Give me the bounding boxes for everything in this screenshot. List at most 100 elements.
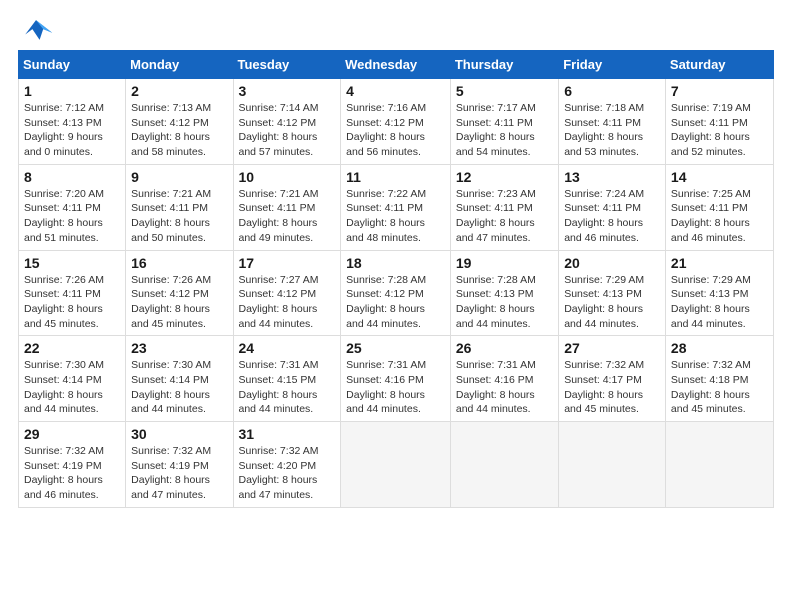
- day-number: 8: [24, 169, 120, 185]
- daylight-label: Daylight: 8 hours and 45 minutes.: [564, 389, 643, 416]
- weekday-header-tuesday: Tuesday: [233, 51, 341, 79]
- day-number: 24: [239, 340, 336, 356]
- sunset-label: Sunset: 4:11 PM: [131, 202, 208, 214]
- sunset-label: Sunset: 4:11 PM: [671, 117, 748, 129]
- sunset-label: Sunset: 4:11 PM: [239, 202, 316, 214]
- weekday-header-wednesday: Wednesday: [341, 51, 451, 79]
- day-number: 3: [239, 83, 336, 99]
- calendar-cell: 11 Sunrise: 7:22 AM Sunset: 4:11 PM Dayl…: [341, 164, 451, 250]
- day-info: Sunrise: 7:13 AM Sunset: 4:12 PM Dayligh…: [131, 101, 227, 160]
- daylight-label: Daylight: 8 hours and 50 minutes.: [131, 217, 210, 244]
- sunset-label: Sunset: 4:12 PM: [131, 288, 209, 300]
- sunrise-label: Sunrise: 7:30 AM: [131, 359, 211, 371]
- day-number: 17: [239, 255, 336, 271]
- calendar-cell: 13 Sunrise: 7:24 AM Sunset: 4:11 PM Dayl…: [559, 164, 666, 250]
- day-number: 16: [131, 255, 227, 271]
- day-info: Sunrise: 7:20 AM Sunset: 4:11 PM Dayligh…: [24, 187, 120, 246]
- calendar-cell: 23 Sunrise: 7:30 AM Sunset: 4:14 PM Dayl…: [126, 336, 233, 422]
- calendar-week-row: 15 Sunrise: 7:26 AM Sunset: 4:11 PM Dayl…: [19, 250, 774, 336]
- sunrise-label: Sunrise: 7:13 AM: [131, 102, 211, 114]
- calendar-cell: 7 Sunrise: 7:19 AM Sunset: 4:11 PM Dayli…: [665, 79, 773, 165]
- day-info: Sunrise: 7:32 AM Sunset: 4:19 PM Dayligh…: [131, 444, 227, 503]
- day-number: 21: [671, 255, 768, 271]
- sunrise-label: Sunrise: 7:29 AM: [671, 274, 751, 286]
- day-number: 22: [24, 340, 120, 356]
- calendar-week-row: 22 Sunrise: 7:30 AM Sunset: 4:14 PM Dayl…: [19, 336, 774, 422]
- calendar-cell: 21 Sunrise: 7:29 AM Sunset: 4:13 PM Dayl…: [665, 250, 773, 336]
- day-number: 5: [456, 83, 553, 99]
- logo: [18, 16, 56, 44]
- sunrise-label: Sunrise: 7:29 AM: [564, 274, 644, 286]
- calendar-week-row: 29 Sunrise: 7:32 AM Sunset: 4:19 PM Dayl…: [19, 422, 774, 508]
- sunrise-label: Sunrise: 7:32 AM: [131, 445, 211, 457]
- calendar-cell: 8 Sunrise: 7:20 AM Sunset: 4:11 PM Dayli…: [19, 164, 126, 250]
- day-number: 9: [131, 169, 227, 185]
- daylight-label: Daylight: 9 hours and 0 minutes.: [24, 131, 103, 158]
- sunrise-label: Sunrise: 7:21 AM: [131, 188, 211, 200]
- sunrise-label: Sunrise: 7:31 AM: [346, 359, 426, 371]
- day-number: 20: [564, 255, 660, 271]
- day-info: Sunrise: 7:26 AM Sunset: 4:12 PM Dayligh…: [131, 273, 227, 332]
- calendar-cell: 25 Sunrise: 7:31 AM Sunset: 4:16 PM Dayl…: [341, 336, 451, 422]
- daylight-label: Daylight: 8 hours and 56 minutes.: [346, 131, 425, 158]
- day-number: 13: [564, 169, 660, 185]
- weekday-header-friday: Friday: [559, 51, 666, 79]
- weekday-header-sunday: Sunday: [19, 51, 126, 79]
- day-number: 7: [671, 83, 768, 99]
- weekday-header-thursday: Thursday: [450, 51, 558, 79]
- sunset-label: Sunset: 4:11 PM: [24, 202, 101, 214]
- day-number: 2: [131, 83, 227, 99]
- day-number: 14: [671, 169, 768, 185]
- calendar-week-row: 8 Sunrise: 7:20 AM Sunset: 4:11 PM Dayli…: [19, 164, 774, 250]
- sunset-label: Sunset: 4:14 PM: [131, 374, 209, 386]
- daylight-label: Daylight: 8 hours and 44 minutes.: [346, 303, 425, 330]
- sunrise-label: Sunrise: 7:16 AM: [346, 102, 426, 114]
- sunset-label: Sunset: 4:13 PM: [564, 288, 642, 300]
- page: SundayMondayTuesdayWednesdayThursdayFrid…: [0, 0, 792, 612]
- calendar-cell: 30 Sunrise: 7:32 AM Sunset: 4:19 PM Dayl…: [126, 422, 233, 508]
- day-info: Sunrise: 7:25 AM Sunset: 4:11 PM Dayligh…: [671, 187, 768, 246]
- day-number: 1: [24, 83, 120, 99]
- calendar-cell: 20 Sunrise: 7:29 AM Sunset: 4:13 PM Dayl…: [559, 250, 666, 336]
- calendar-cell: 14 Sunrise: 7:25 AM Sunset: 4:11 PM Dayl…: [665, 164, 773, 250]
- sunset-label: Sunset: 4:11 PM: [671, 202, 748, 214]
- day-info: Sunrise: 7:32 AM Sunset: 4:17 PM Dayligh…: [564, 358, 660, 417]
- daylight-label: Daylight: 8 hours and 44 minutes.: [24, 389, 103, 416]
- calendar-cell: 9 Sunrise: 7:21 AM Sunset: 4:11 PM Dayli…: [126, 164, 233, 250]
- daylight-label: Daylight: 8 hours and 57 minutes.: [239, 131, 318, 158]
- daylight-label: Daylight: 8 hours and 46 minutes.: [564, 217, 643, 244]
- sunrise-label: Sunrise: 7:32 AM: [239, 445, 319, 457]
- sunrise-label: Sunrise: 7:28 AM: [346, 274, 426, 286]
- sunrise-label: Sunrise: 7:31 AM: [239, 359, 319, 371]
- calendar-cell: 12 Sunrise: 7:23 AM Sunset: 4:11 PM Dayl…: [450, 164, 558, 250]
- day-info: Sunrise: 7:12 AM Sunset: 4:13 PM Dayligh…: [24, 101, 120, 160]
- calendar-cell: 28 Sunrise: 7:32 AM Sunset: 4:18 PM Dayl…: [665, 336, 773, 422]
- calendar-cell: 27 Sunrise: 7:32 AM Sunset: 4:17 PM Dayl…: [559, 336, 666, 422]
- day-info: Sunrise: 7:18 AM Sunset: 4:11 PM Dayligh…: [564, 101, 660, 160]
- sunset-label: Sunset: 4:17 PM: [564, 374, 642, 386]
- day-info: Sunrise: 7:24 AM Sunset: 4:11 PM Dayligh…: [564, 187, 660, 246]
- sunrise-label: Sunrise: 7:32 AM: [24, 445, 104, 457]
- day-info: Sunrise: 7:19 AM Sunset: 4:11 PM Dayligh…: [671, 101, 768, 160]
- daylight-label: Daylight: 8 hours and 52 minutes.: [671, 131, 750, 158]
- daylight-label: Daylight: 8 hours and 53 minutes.: [564, 131, 643, 158]
- day-info: Sunrise: 7:14 AM Sunset: 4:12 PM Dayligh…: [239, 101, 336, 160]
- sunrise-label: Sunrise: 7:25 AM: [671, 188, 751, 200]
- day-number: 12: [456, 169, 553, 185]
- day-number: 18: [346, 255, 445, 271]
- sunrise-label: Sunrise: 7:30 AM: [24, 359, 104, 371]
- calendar-cell: 16 Sunrise: 7:26 AM Sunset: 4:12 PM Dayl…: [126, 250, 233, 336]
- calendar-cell: [559, 422, 666, 508]
- calendar-table: SundayMondayTuesdayWednesdayThursdayFrid…: [18, 50, 774, 508]
- calendar-cell: 17 Sunrise: 7:27 AM Sunset: 4:12 PM Dayl…: [233, 250, 341, 336]
- calendar-cell: 31 Sunrise: 7:32 AM Sunset: 4:20 PM Dayl…: [233, 422, 341, 508]
- daylight-label: Daylight: 8 hours and 44 minutes.: [456, 303, 535, 330]
- calendar-cell: [341, 422, 451, 508]
- daylight-label: Daylight: 8 hours and 44 minutes.: [131, 389, 210, 416]
- day-info: Sunrise: 7:28 AM Sunset: 4:13 PM Dayligh…: [456, 273, 553, 332]
- sunrise-label: Sunrise: 7:32 AM: [564, 359, 644, 371]
- day-info: Sunrise: 7:31 AM Sunset: 4:15 PM Dayligh…: [239, 358, 336, 417]
- weekday-header-row: SundayMondayTuesdayWednesdayThursdayFrid…: [19, 51, 774, 79]
- day-info: Sunrise: 7:29 AM Sunset: 4:13 PM Dayligh…: [564, 273, 660, 332]
- sunrise-label: Sunrise: 7:12 AM: [24, 102, 104, 114]
